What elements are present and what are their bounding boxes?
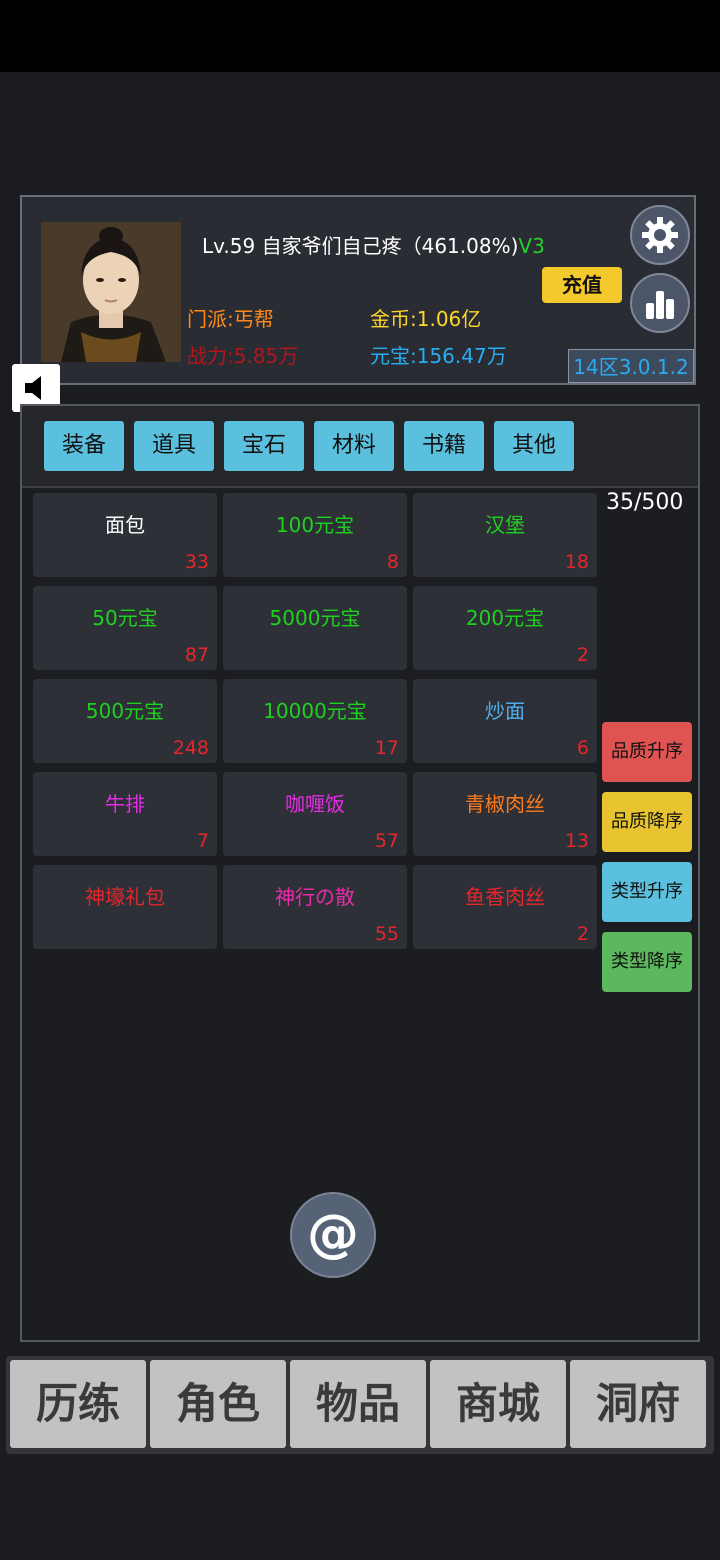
item-quantity: 7 [196,830,209,852]
server-version: 14区3.0.1.2 [568,349,694,383]
item-quantity: 2 [576,644,589,666]
item-name: 面包 [105,513,145,537]
item-slot[interactable]: 50元宝 87 [33,586,217,670]
speaker-icon [25,376,41,400]
gear-icon [642,217,678,253]
ingot-label: 元宝:156.47万 [370,344,507,368]
item-slot[interactable]: 青椒肉丝 13 [413,772,597,856]
inventory-panel: 装备 道具 宝石 材料 书籍 其他 35/500 面包 33 100元宝 8 汉堡 18 5… [20,404,700,1342]
item-name: 5000元宝 [269,606,361,630]
item-quantity: 2 [576,923,589,945]
player-header: Lv.59 自家爷们自己疼（461.08%)V3 充值 门派:丐帮 战力:5.8… [20,195,696,385]
tab-books[interactable]: 书籍 [404,421,484,471]
item-slot[interactable]: 5000元宝 [223,586,407,670]
player-avatar[interactable] [41,222,181,362]
item-slot[interactable]: 牛排 7 [33,772,217,856]
nav-cave[interactable]: 洞府 [570,1360,706,1448]
item-name: 炒面 [485,699,525,723]
item-slot[interactable]: 汉堡 18 [413,493,597,577]
item-quantity: 6 [576,737,589,759]
item-quantity: 55 [374,923,399,945]
item-name: 500元宝 [85,699,165,723]
item-name: 50元宝 [92,606,158,630]
nav-shop[interactable]: 商城 [430,1360,566,1448]
settings-button[interactable] [630,205,690,265]
recharge-button[interactable]: 充值 [542,267,622,303]
sort-type-asc-button[interactable]: 类型升序 [602,862,692,922]
bar-chart-icon [646,291,674,319]
item-quantity: 18 [564,551,589,573]
item-name: 10000元宝 [263,699,367,723]
nav-training[interactable]: 历练 [10,1360,146,1448]
item-slot[interactable]: 鱼香肉丝 2 [413,865,597,949]
item-quantity: 57 [374,830,399,852]
item-quantity: 13 [564,830,589,852]
ranking-button[interactable] [630,273,690,333]
item-quantity: 87 [184,644,209,666]
item-quantity: 8 [386,551,399,573]
power-label: 战力:5.85万 [187,344,299,368]
item-name: 青椒肉丝 [465,792,545,816]
tab-materials[interactable]: 材料 [314,421,394,471]
item-slot[interactable]: 神壕礼包 [33,865,217,949]
portrait-image [41,222,181,362]
at-sign-icon: @ [307,1205,359,1264]
item-slot[interactable]: 200元宝 2 [413,586,597,670]
item-slot[interactable]: 咖喱饭 57 [223,772,407,856]
item-name: 200元宝 [465,606,545,630]
item-name: 牛排 [105,792,145,816]
svg-text:@: @ [307,1205,359,1264]
item-name: 神壕礼包 [85,885,165,909]
item-slot[interactable]: 面包 33 [33,493,217,577]
item-name: 咖喱饭 [285,792,345,816]
vip-level: V3 [518,234,545,258]
player-title: Lv.59 自家爷们自己疼（461.08%)V3 [202,234,545,258]
nav-character[interactable]: 角色 [150,1360,286,1448]
item-slot[interactable]: 500元宝 248 [33,679,217,763]
category-tabs: 装备 道具 宝石 材料 书籍 其他 [22,406,698,488]
item-quantity: 17 [374,737,399,759]
item-quantity: 248 [172,737,209,759]
tab-props[interactable]: 道具 [134,421,214,471]
item-name: 神行の散 [275,885,355,909]
sect-label: 门派:丐帮 [187,307,274,331]
nav-items[interactable]: 物品 [290,1360,426,1448]
sort-quality-asc-button[interactable]: 品质升序 [602,722,692,782]
item-slot[interactable]: 炒面 6 [413,679,597,763]
item-slot[interactable]: 神行の散 55 [223,865,407,949]
status-bar [0,0,720,72]
item-slot[interactable]: 100元宝 8 [223,493,407,577]
item-name: 汉堡 [485,513,525,537]
item-name: 鱼香肉丝 [465,885,545,909]
item-slot[interactable]: 10000元宝 17 [223,679,407,763]
item-quantity: 33 [184,551,209,573]
sort-type-desc-button[interactable]: 类型降序 [602,932,692,992]
chat-button[interactable]: @ [290,1192,376,1278]
tab-other[interactable]: 其他 [494,421,574,471]
tab-equipment[interactable]: 装备 [44,421,124,471]
inventory-count: 35/500 [606,490,684,515]
item-name: 100元宝 [275,513,355,537]
sort-quality-desc-button[interactable]: 品质降序 [602,792,692,852]
gold-label: 金币:1.06亿 [370,307,482,331]
tab-gems[interactable]: 宝石 [224,421,304,471]
bottom-navigation: 历练 角色 物品 商城 洞府 [6,1356,714,1454]
